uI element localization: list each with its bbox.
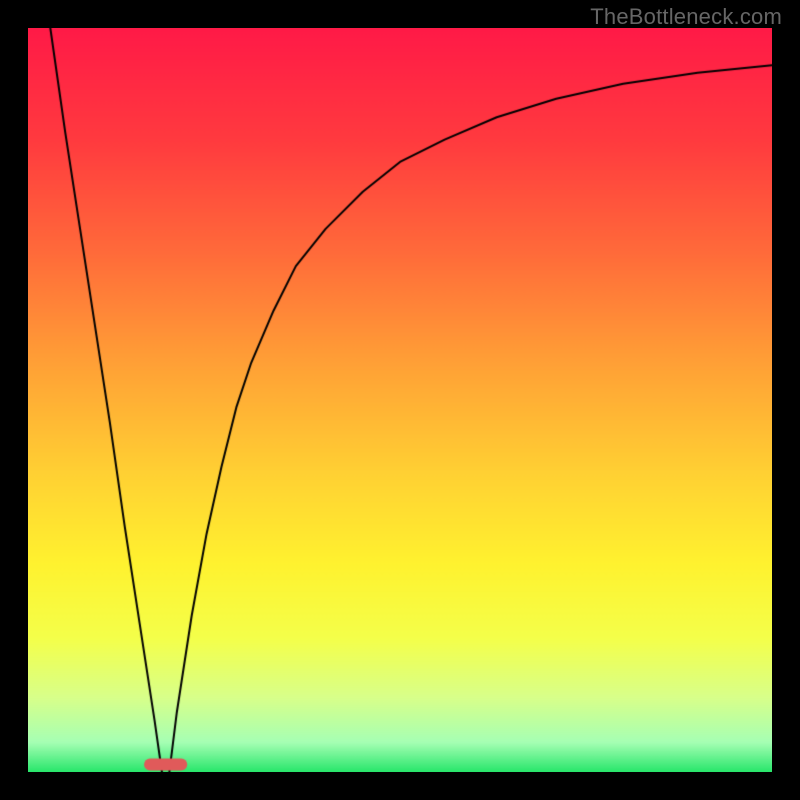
plot-area	[28, 28, 772, 772]
chart-curve	[28, 28, 772, 772]
watermark-text: TheBottleneck.com	[590, 4, 782, 30]
chart-frame: TheBottleneck.com	[0, 0, 800, 800]
